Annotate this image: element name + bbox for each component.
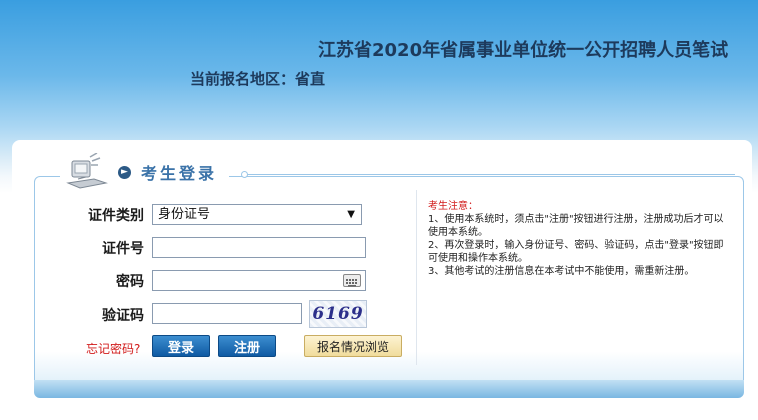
circle-arrow-icon: ► xyxy=(118,165,131,179)
notice-title: 考生注意： xyxy=(428,201,478,212)
id-type-value: 身份证号 xyxy=(158,207,211,222)
login-button[interactable]: 登录 xyxy=(152,335,210,357)
notice-item: 1、使用本系统时，须点击"注册"按钮进行注册，注册成功后才可以使用本系统。 xyxy=(428,214,724,238)
id-number-input[interactable] xyxy=(152,237,366,258)
chevron-down-icon: ▼ xyxy=(347,209,355,220)
forgot-password-link[interactable]: 忘记密码? xyxy=(86,340,140,357)
captcha-image[interactable]: 6169 xyxy=(309,300,367,328)
login-header: ► 考生登录 xyxy=(60,152,230,192)
login-box-footer-bar xyxy=(34,380,744,398)
page-title: 江苏省2020年省属事业单位统一公开招聘人员笔试 xyxy=(318,40,729,61)
password-label: 密码 xyxy=(116,274,144,290)
region-indicator: 当前报名地区：省直 xyxy=(190,70,326,88)
computer-icon xyxy=(66,152,110,191)
captcha-input[interactable] xyxy=(152,303,302,324)
vertical-divider xyxy=(416,190,417,365)
header-divider-line xyxy=(245,174,735,175)
notice-item: 2、再次登录时，输入身份证号、密码、验证码，点击"登录"按钮即可使用和操作本系统… xyxy=(428,240,724,264)
notice-panel: 考生注意： 1、使用本系统时，须点击"注册"按钮进行注册，注册成功后才可以使用本… xyxy=(428,200,728,278)
register-button[interactable]: 注册 xyxy=(218,335,276,357)
id-type-label: 证件类别 xyxy=(88,208,144,224)
id-number-label: 证件号 xyxy=(102,241,144,257)
notice-item: 3、其他考试的注册信息在本考试中不能使用，需重新注册。 xyxy=(428,266,695,277)
password-input[interactable] xyxy=(152,270,366,291)
id-type-select[interactable]: 身份证号 ▼ xyxy=(152,204,362,225)
login-title: 考生登录 xyxy=(141,164,218,183)
keyboard-icon[interactable] xyxy=(343,274,361,287)
captcha-label: 验证码 xyxy=(102,308,144,324)
browse-registration-button[interactable]: 报名情况浏览 xyxy=(304,335,402,357)
header-divider-dot xyxy=(241,171,248,178)
